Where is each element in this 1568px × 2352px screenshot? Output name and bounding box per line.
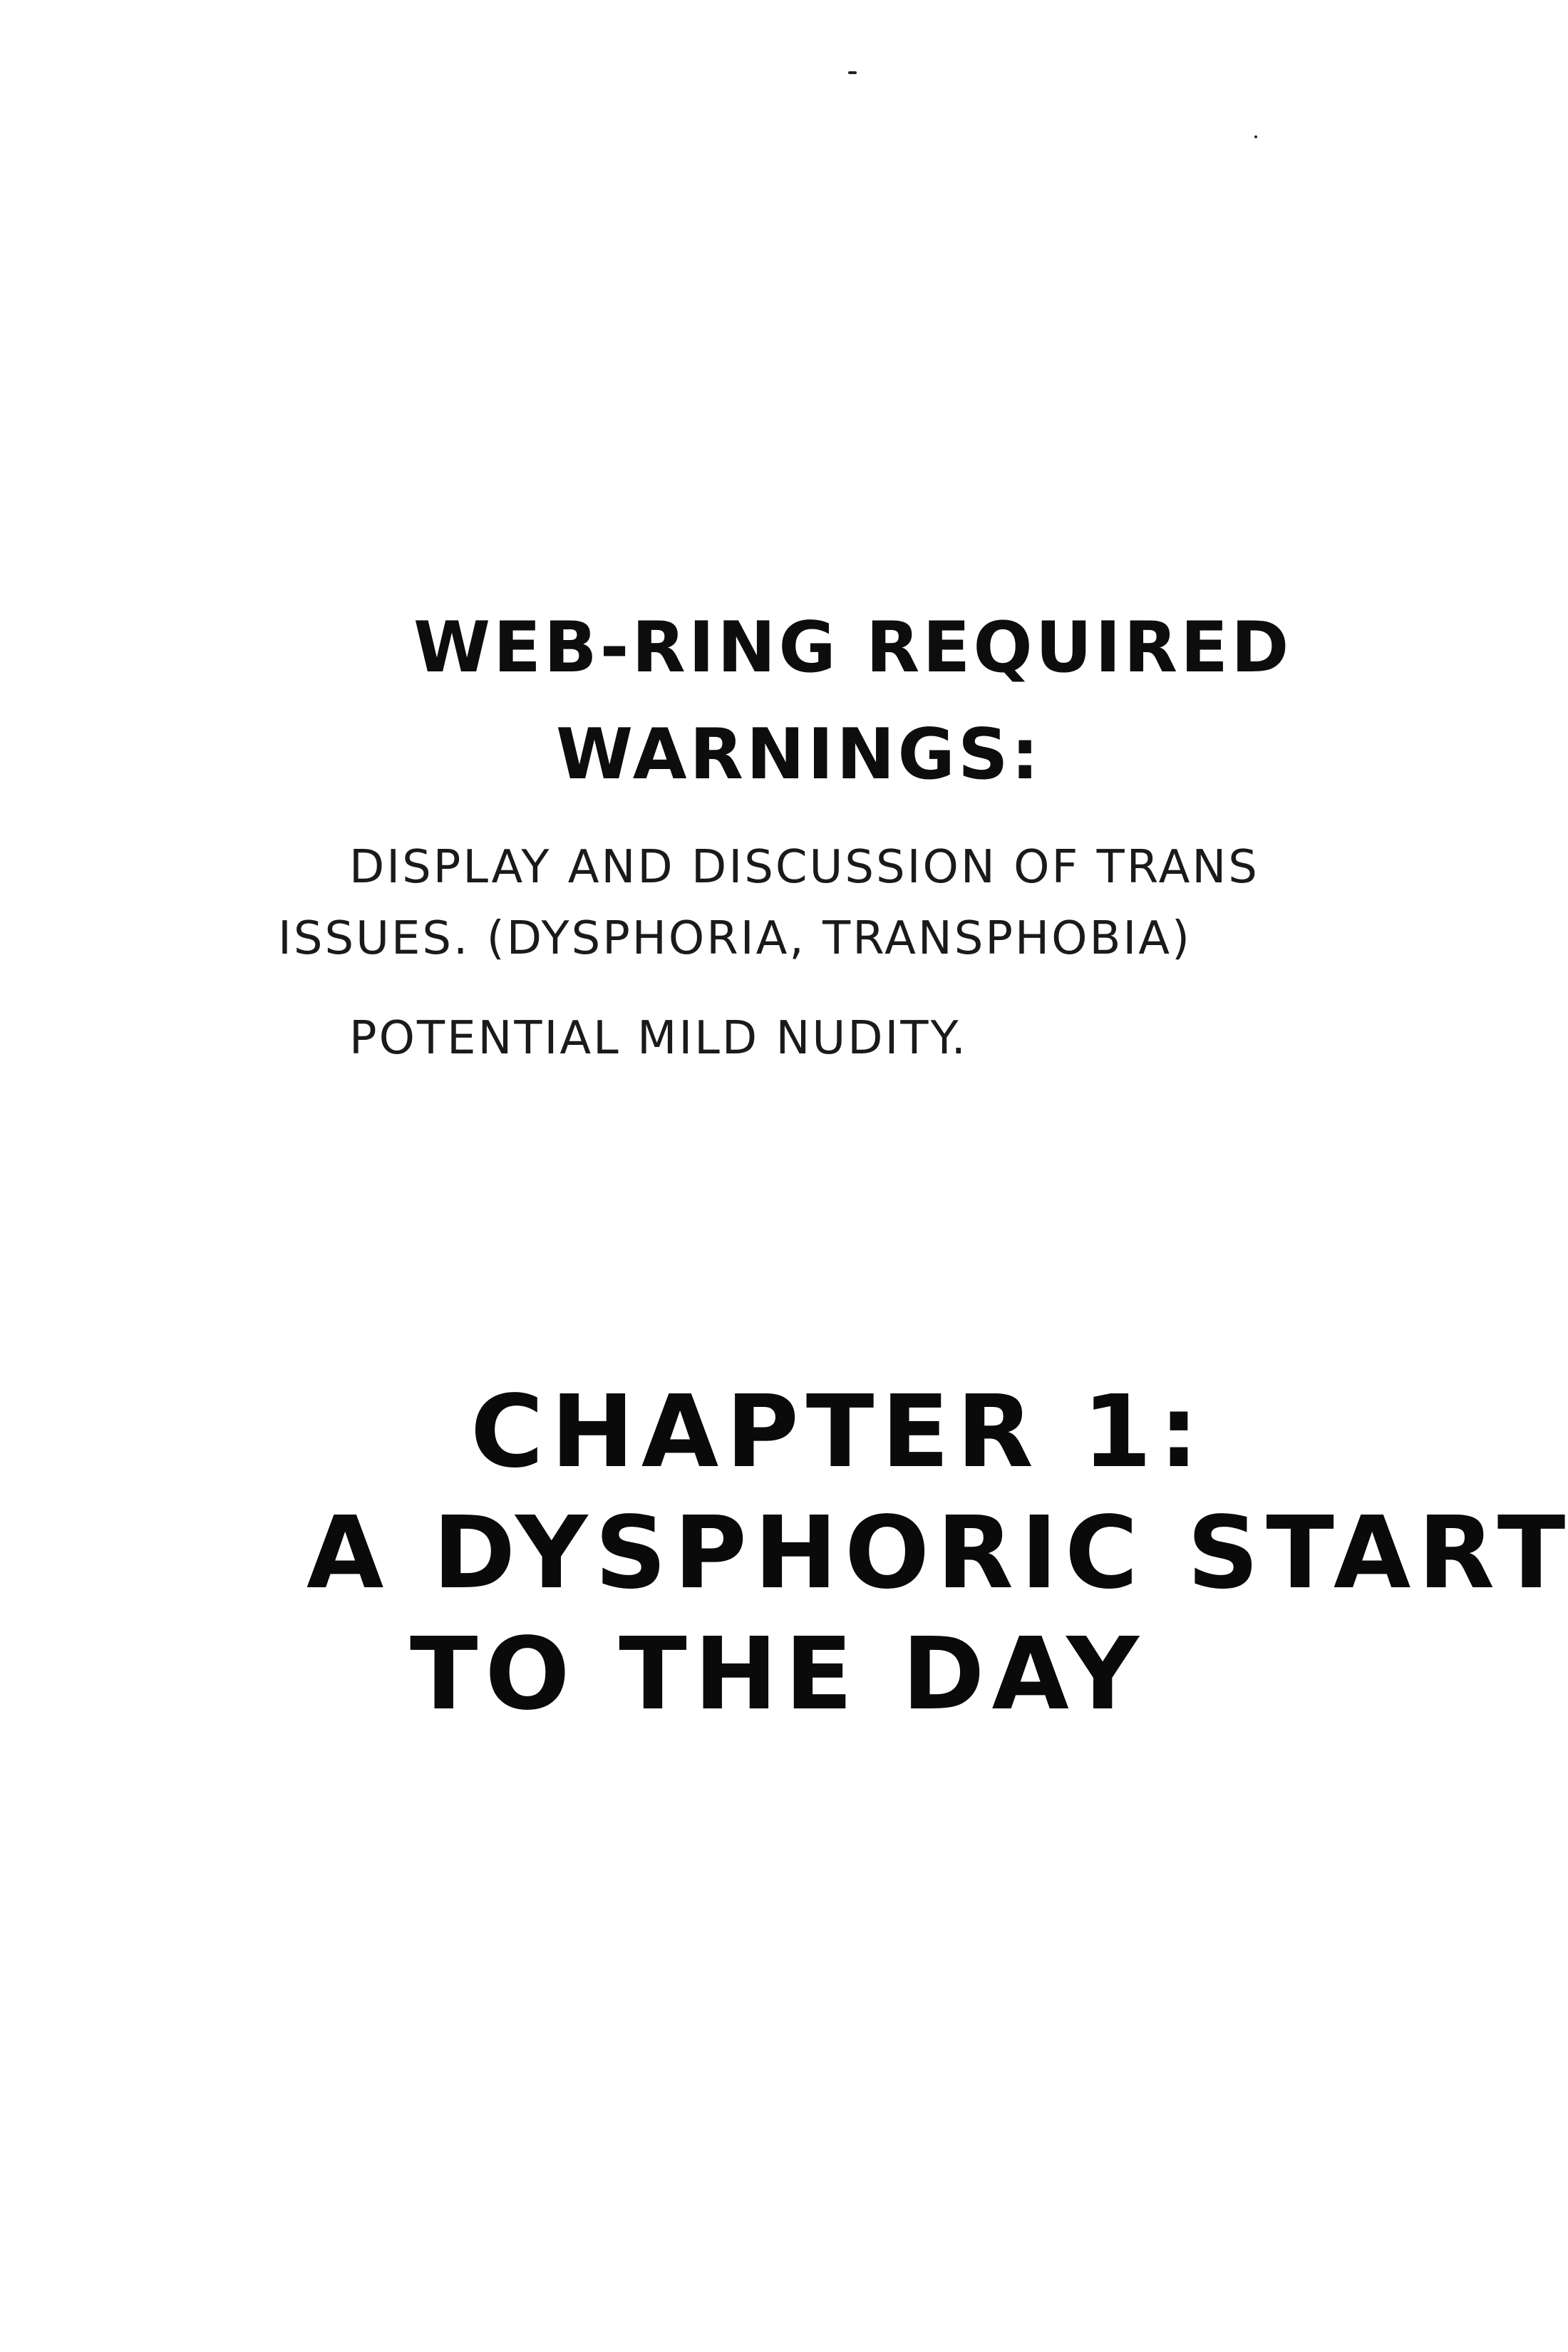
warnings-heading-line-1: WEB-RING REQUIRED <box>413 607 1292 688</box>
ink-speck <box>848 71 857 74</box>
chapter-title-line-3: TO THE DAY <box>410 1616 1146 1733</box>
warning-item-2: POTENTIAL MILD NUDITY. <box>349 1012 968 1065</box>
ink-speck <box>1254 135 1257 138</box>
warnings-heading-line-2: WARNINGS: <box>556 714 1042 795</box>
warning-item-1-line-1: DISPLAY AND DISCUSSION OF TRANS <box>349 841 1259 894</box>
chapter-title-line-2: A DYSPHORIC START <box>306 1495 1568 1611</box>
chapter-title-line-1: CHAPTER 1: <box>470 1374 1206 1490</box>
comic-title-page: WEB-RING REQUIRED WARNINGS: DISPLAY AND … <box>0 0 1568 2352</box>
warning-item-1-line-2: ISSUES. (DYSPHORIA, TRANSPHOBIA) <box>278 912 1192 965</box>
